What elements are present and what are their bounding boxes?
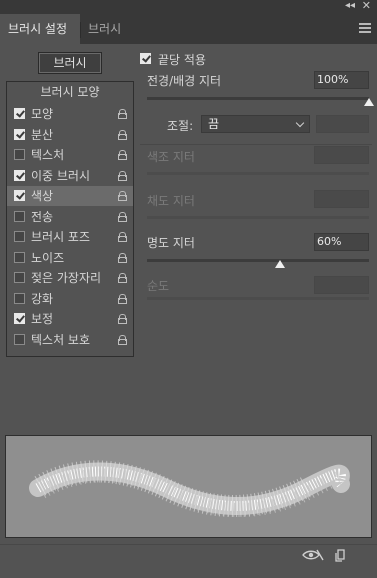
lock-icon[interactable] — [118, 273, 127, 283]
list-item-label: 이중 브러시 — [31, 168, 91, 183]
list-item[interactable]: 모양 — [7, 104, 133, 124]
list-item-label: 강화 — [31, 291, 54, 306]
brush-options-list: 브러시 모양 모양분산텍스처이중 브러시색상전송브러시 포즈노이즈젖은 가장자리… — [6, 81, 134, 357]
list-item-label: 모양 — [31, 107, 54, 121]
list-item-checkbox[interactable] — [14, 313, 25, 324]
list-item[interactable]: 브러시 포즈 — [7, 227, 133, 247]
lock-icon[interactable] — [118, 129, 127, 140]
control-value-box — [316, 115, 369, 133]
list-item[interactable]: 전송 — [7, 207, 133, 227]
list-item-label: 색상 — [31, 189, 54, 203]
list-item-label: 텍스처 — [31, 148, 65, 162]
eye-toggle-icon[interactable] — [302, 549, 324, 561]
fg-bg-jitter-slider-track[interactable] — [147, 97, 369, 100]
purity-label: 순도 — [147, 279, 170, 293]
list-item[interactable]: 텍스처 — [7, 145, 133, 165]
list-item-checkbox[interactable] — [14, 333, 25, 345]
list-item-checkbox[interactable] — [14, 231, 25, 242]
brush-settings-panel: ◂◂ ✕ 브러시 설정 브러시 브러시 브러시 모양 모양분산텍스처이중 브러시… — [0, 0, 377, 578]
list-item-label: 노이즈 — [31, 250, 65, 265]
list-item[interactable]: 분산 — [7, 125, 133, 145]
fg-bg-jitter-label: 전경/배경 지터 — [147, 74, 222, 88]
fg-bg-jitter-value[interactable]: 100% — [314, 71, 369, 89]
list-item[interactable]: 색상 — [7, 186, 133, 206]
lock-icon[interactable] — [118, 109, 127, 119]
list-item-checkbox[interactable] — [14, 128, 25, 140]
saturation-jitter-label: 채도 지터 — [147, 194, 195, 208]
list-item-checkbox[interactable] — [14, 210, 25, 222]
section-divider — [140, 144, 372, 145]
panel-title-strip: ◂◂ ✕ — [0, 0, 377, 14]
control-label: 조절: — [167, 119, 194, 133]
list-item[interactable]: 보정 — [7, 309, 133, 329]
brightness-jitter-slider-thumb[interactable] — [275, 260, 286, 268]
list-item-label: 젖은 가장자리 — [31, 271, 102, 285]
lock-icon[interactable] — [118, 314, 127, 324]
footer-divider — [0, 544, 377, 545]
fg-bg-jitter-slider-thumb[interactable] — [364, 98, 374, 106]
list-item-checkbox[interactable] — [14, 190, 25, 201]
lock-icon[interactable] — [118, 170, 127, 181]
brightness-jitter-slider-track[interactable] — [147, 259, 369, 262]
list-item-checkbox[interactable] — [14, 251, 25, 263]
lock-icon[interactable] — [118, 150, 127, 160]
list-item-checkbox[interactable] — [14, 108, 25, 119]
hue-jitter-label: 색조 지터 — [147, 150, 195, 164]
list-item-checkbox[interactable] — [14, 272, 25, 283]
list-item-checkbox[interactable] — [14, 169, 25, 181]
apply-per-tip-checkbox[interactable] — [140, 53, 151, 64]
brushes-button[interactable]: 브러시 — [38, 52, 102, 74]
hue-jitter-value — [314, 146, 369, 164]
list-item-label: 텍스처 보호 — [31, 332, 91, 347]
brush-tip-shape-header[interactable]: 브러시 모양 — [7, 82, 133, 102]
list-item-label: 보정 — [31, 312, 54, 326]
tab-brush[interactable]: 브러시 — [80, 14, 129, 44]
control-select-value: 끔 — [208, 117, 220, 131]
brightness-jitter-value[interactable]: 60% — [314, 233, 369, 251]
list-item-checkbox[interactable] — [14, 149, 25, 160]
lock-icon[interactable] — [118, 232, 127, 242]
purity-value — [314, 276, 369, 294]
brightness-jitter-label: 명도 지터 — [147, 236, 195, 250]
lock-icon[interactable] — [118, 252, 127, 263]
list-item-label: 분산 — [31, 127, 54, 142]
brush-stroke-preview — [5, 435, 372, 538]
chevron-down-icon — [295, 118, 305, 128]
control-select[interactable]: 끔 — [201, 115, 310, 133]
list-item[interactable]: 강화 — [7, 289, 133, 309]
saturation-jitter-value — [314, 190, 369, 208]
brush-stroke-preview-image — [29, 460, 350, 518]
hamburger-menu-icon[interactable] — [359, 23, 371, 33]
lock-icon[interactable] — [118, 211, 127, 222]
close-panel-icon[interactable]: ✕ — [362, 0, 371, 12]
lock-icon[interactable] — [118, 334, 127, 345]
list-item-label: 전송 — [31, 209, 54, 224]
list-item[interactable]: 노이즈 — [7, 248, 133, 268]
list-item[interactable]: 텍스처 보호 — [7, 330, 133, 350]
apply-per-tip-label: 끝당 적용 — [158, 53, 206, 67]
hue-jitter-slider-track — [147, 172, 369, 175]
lock-icon[interactable] — [118, 191, 127, 201]
purity-slider-track — [147, 297, 369, 300]
list-item[interactable]: 젖은 가장자리 — [7, 268, 133, 288]
tab-brush-settings[interactable]: 브러시 설정 — [0, 14, 80, 44]
list-item-checkbox[interactable] — [14, 292, 25, 304]
collapse-panel-icon[interactable]: ◂◂ — [345, 0, 355, 12]
tab-bar: 브러시 설정 브러시 — [0, 14, 377, 44]
list-item[interactable]: 이중 브러시 — [7, 166, 133, 186]
list-item-label: 브러시 포즈 — [31, 230, 91, 244]
saturation-jitter-slider-track — [147, 216, 369, 219]
new-preset-icon[interactable] — [335, 549, 347, 562]
lock-icon[interactable] — [118, 293, 127, 304]
